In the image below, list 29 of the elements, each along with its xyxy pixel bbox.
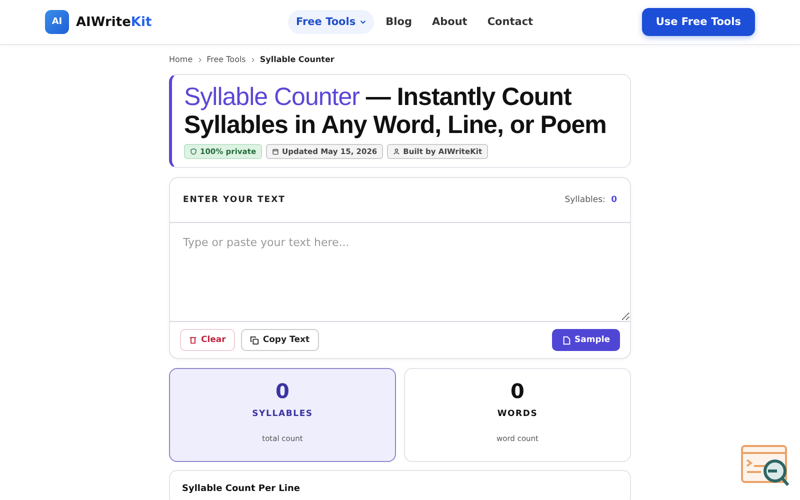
- nav-link[interactable]: Blog: [378, 10, 420, 34]
- counter-label: Syllables:: [564, 195, 606, 205]
- trash-icon: [189, 336, 197, 344]
- stat-label: SYLLABLES: [252, 409, 313, 419]
- page-title: Syllable Counter — Instantly Count Syllables in Any Word, Line, or Poem: [184, 83, 608, 139]
- breadcrumb-link[interactable]: Free Tools: [206, 55, 246, 64]
- stat-label: WORDS: [497, 409, 538, 419]
- breadcrumb-link[interactable]: Syllable Counter: [260, 55, 334, 64]
- card-title: Syllable Count Per Line: [182, 484, 300, 494]
- clear-button[interactable]: Clear: [180, 329, 235, 351]
- nav-link[interactable]: About: [424, 10, 476, 34]
- logo-mark[interactable]: AI: [45, 10, 69, 34]
- document-icon: [562, 336, 571, 344]
- use-free-tools-button[interactable]: Use Free Tools: [642, 8, 755, 36]
- chevron-icon: [198, 56, 202, 62]
- stat-value: 0: [510, 379, 524, 403]
- sample-button[interactable]: Sample: [552, 329, 620, 351]
- nav-link[interactable]: Contact: [479, 10, 542, 34]
- section-heading: ENTER YOUR TEXT: [183, 195, 286, 205]
- code-search-icon[interactable]: [741, 445, 791, 489]
- chevron-icon: [250, 56, 255, 62]
- text-input[interactable]: Type or paste your text here...: [170, 223, 630, 321]
- breadcrumb-link[interactable]: Home: [169, 55, 193, 64]
- brand-name[interactable]: AIWriteKit: [76, 14, 152, 30]
- counter-value: 0: [611, 195, 617, 205]
- copy-button[interactable]: Copy Text: [240, 329, 319, 351]
- stat-value: 0: [276, 379, 290, 403]
- nav-link[interactable]: Free Tools: [288, 10, 374, 34]
- copy-icon: [250, 336, 259, 344]
